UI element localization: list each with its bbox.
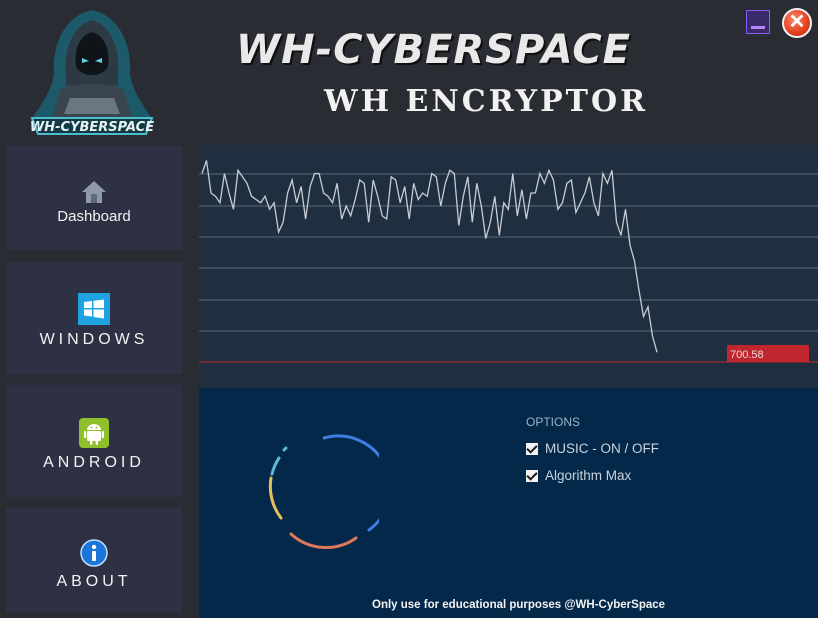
- sidebar-item-android[interactable]: ANDROID: [6, 385, 182, 497]
- info-icon: [80, 539, 108, 567]
- close-button[interactable]: ✕: [782, 8, 812, 38]
- algorithm-max-checkbox[interactable]: Algorithm Max: [526, 468, 631, 483]
- checkbox-checked-icon: [526, 470, 538, 482]
- app-title: WH ENCRYPTOR: [324, 84, 649, 119]
- options-title: OPTIONS: [526, 415, 581, 429]
- brand-title: WH-CYBERSPACE: [236, 27, 631, 73]
- current-value-label: 700.58: [730, 349, 764, 361]
- live-graph-panel: 700.58: [199, 145, 818, 388]
- disclaimer-text: Only use for educational purposes @WH-Cy…: [372, 599, 666, 611]
- hacker-logo: WH-CYBERSPACE: [22, 6, 162, 140]
- graph-series-line: [201, 160, 658, 353]
- logo-text: WH-CYBERSPACE: [30, 120, 154, 135]
- sidebar-item-label: ANDROID: [43, 454, 145, 471]
- music-toggle-label: MUSIC - ON / OFF: [545, 441, 659, 456]
- sidebar-item-windows[interactable]: WINDOWS: [6, 262, 182, 374]
- close-icon: ✕: [788, 11, 806, 33]
- live-graph: 700.58: [199, 160, 818, 363]
- windows-logo-icon: [78, 293, 110, 325]
- sidebar-item-label: Dashboard: [57, 208, 131, 225]
- hooded-hacker-icon: WH-CYBERSPACE: [30, 10, 154, 135]
- android-icon: [79, 418, 109, 448]
- music-toggle-checkbox[interactable]: MUSIC - ON / OFF: [526, 441, 659, 456]
- sidebar-item-dashboard[interactable]: Dashboard: [6, 146, 182, 250]
- home-icon: [82, 181, 106, 203]
- status-panel: OPTIONS MUSIC - ON / OFF Algorithm Max O…: [199, 388, 818, 618]
- checkbox-checked-icon: [526, 443, 538, 455]
- sidebar-item-about[interactable]: ABOUT: [6, 508, 182, 612]
- algorithm-max-label: Algorithm Max: [545, 468, 632, 483]
- sidebar-item-label: ABOUT: [56, 573, 132, 590]
- minimize-button[interactable]: [746, 10, 770, 34]
- sidebar-item-label: WINDOWS: [39, 331, 149, 348]
- loading-spinner: [268, 434, 379, 549]
